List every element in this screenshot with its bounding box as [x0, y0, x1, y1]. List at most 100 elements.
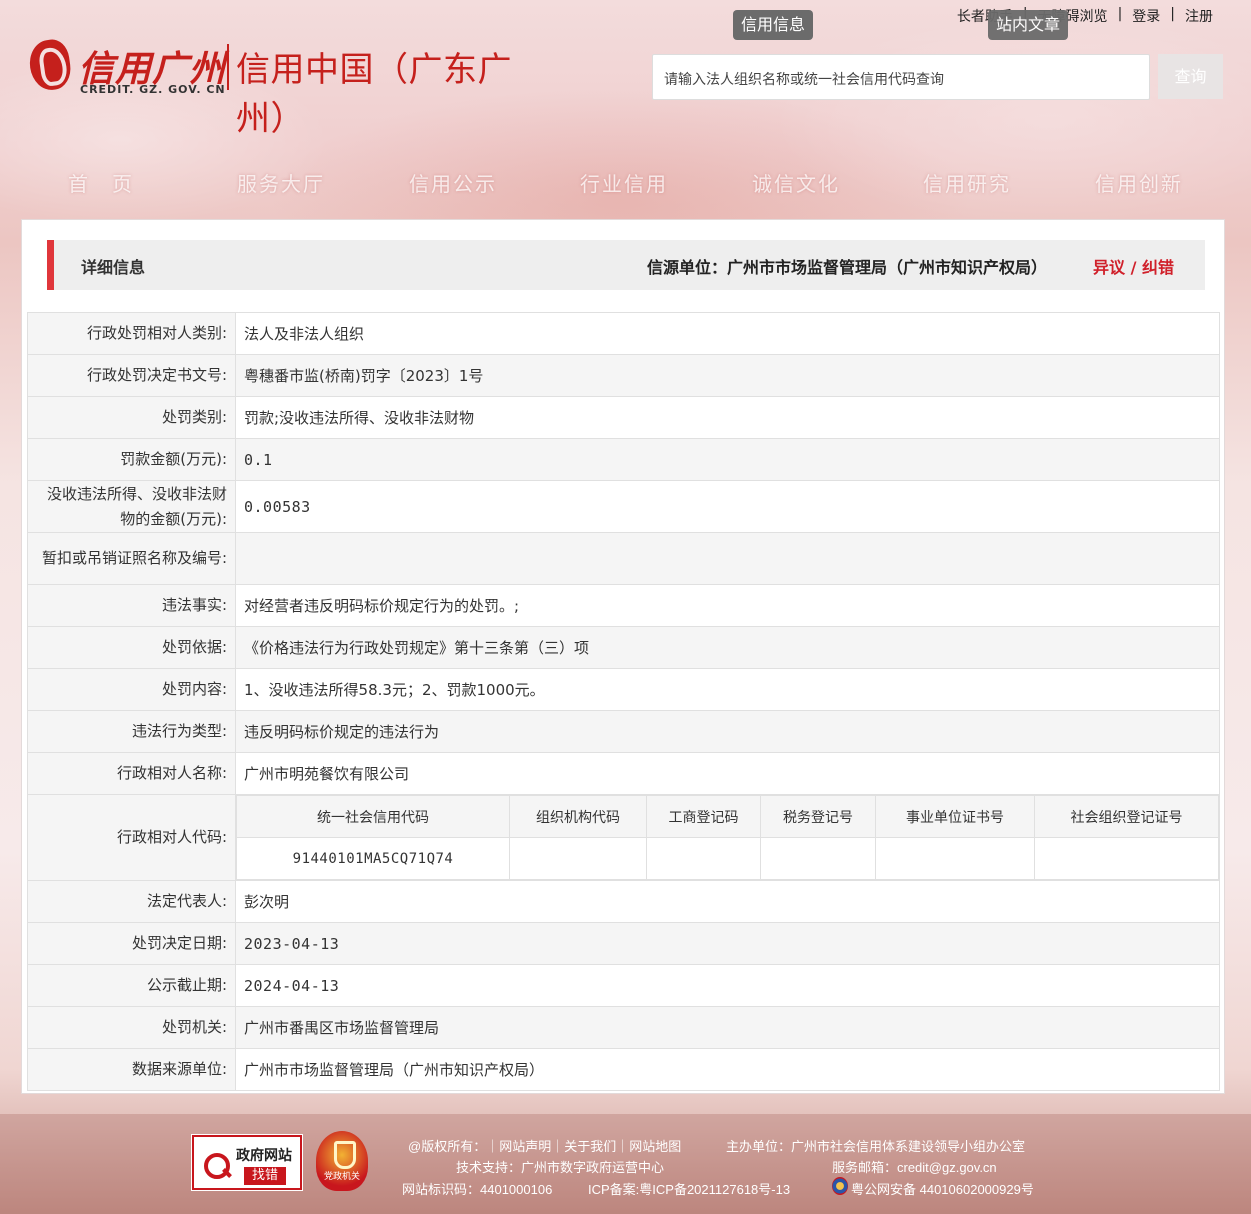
nav-home[interactable]: 首 页: [68, 168, 134, 197]
row-value: 1、没收违法所得58.3元；2、罚款1000元。: [235, 668, 1220, 711]
row-value: 2023-04-13: [235, 922, 1220, 965]
row-value: 粤穗番市监(桥南)罚字〔2023〕1号: [235, 354, 1220, 397]
row-label: 公示截止期:: [27, 964, 236, 1007]
row-label: 违法事实:: [27, 584, 236, 627]
row-label: 违法行为类型:: [27, 710, 236, 753]
row-value: 彭次明: [235, 880, 1220, 923]
row-value: 0.1: [235, 438, 1220, 481]
code-value: 91440101MA5CQ71Q74: [236, 837, 510, 880]
nav-service-hall[interactable]: 服务大厅: [237, 168, 325, 197]
code-value: [875, 837, 1035, 880]
detail-table: 行政处罚相对人类别: 法人及非法人组织 行政处罚决定书文号: 粤穗番市监(桥南)…: [27, 312, 1220, 1091]
table-row: 违法行为类型: 违反明码标价规定的违法行为: [27, 710, 1220, 753]
nav-industry-credit[interactable]: 行业信用: [580, 168, 668, 197]
nav-credit-research[interactable]: 信用研究: [923, 168, 1011, 197]
row-value: 广州市明苑餐饮有限公司: [235, 752, 1220, 795]
panel-title: 详细信息: [81, 258, 146, 277]
code-value: [509, 837, 647, 880]
row-label: 法定代表人:: [27, 880, 236, 923]
row-label: 处罚决定日期:: [27, 922, 236, 965]
nav-credit-innovation[interactable]: 信用创新: [1095, 168, 1183, 197]
footer-email[interactable]: 服务邮箱：credit@gz.gov.cn: [832, 1157, 997, 1176]
police-badge-icon: [832, 1177, 848, 1195]
logo-domain: CREDIT. GZ. GOV. CN: [80, 83, 226, 96]
footer-police-record[interactable]: 粤公网安备 44010602000929号: [851, 1179, 1034, 1198]
logo-divider: [227, 44, 229, 90]
table-row: 处罚决定日期: 2023-04-13: [27, 922, 1220, 965]
table-row: 处罚内容: 1、没收违法所得58.3元；2、罚款1000元。: [27, 668, 1220, 711]
row-value: [235, 532, 1220, 585]
row-label: 处罚内容:: [27, 668, 236, 711]
footer-site-id: 网站标识码：4401000106: [402, 1182, 553, 1197]
row-value: 统一社会信用代码 组织机构代码 工商登记码 税务登记号 事业单位证书号 社会组织…: [235, 794, 1220, 881]
table-row: 行政处罚决定书文号: 粤穗番市监(桥南)罚字〔2023〕1号: [27, 354, 1220, 397]
login-link[interactable]: 登录: [1122, 6, 1170, 26]
row-label: 罚款金额(万元):: [27, 438, 236, 481]
row-label: 暂扣或吊销证照名称及编号:: [27, 532, 236, 585]
footer-tech-support: 技术支持：广州市数字政府运营中心: [456, 1160, 665, 1175]
row-label: 行政处罚相对人类别:: [27, 312, 236, 355]
row-label: 处罚类别:: [27, 396, 236, 439]
gov-site-error-badge[interactable]: 政府网站 找错: [192, 1135, 302, 1190]
row-value: 《价格违法行为行政处罚规定》第十三条第（三）项: [235, 626, 1220, 669]
table-row: 行政相对人代码: 统一社会信用代码 组织机构代码 工商登记码 税务登记号 事业单…: [27, 794, 1220, 881]
search-button[interactable]: 查询: [1158, 54, 1223, 99]
objection-link[interactable]: 异议 / 纠错: [1093, 254, 1174, 278]
table-row: 处罚类别: 罚款;没收违法所得、没收非法财物: [27, 396, 1220, 439]
footer-links[interactable]: @版权所有：｜网站声明｜关于我们｜网站地图: [408, 1136, 681, 1155]
row-value: 违反明码标价规定的违法行为: [235, 710, 1220, 753]
row-value: 罚款;没收违法所得、没收非法财物: [235, 396, 1220, 439]
site-logo[interactable]: 信用广州 CREDIT. GZ. GOV. CN 信用中国（广东广州）: [26, 36, 530, 139]
row-label: 行政处罚决定书文号:: [27, 354, 236, 397]
code-header: 工商登记码: [646, 795, 761, 838]
code-header: 事业单位证书号: [875, 795, 1035, 838]
row-label: 行政相对人名称:: [27, 752, 236, 795]
source-unit: 信源单位：广州市市场监督管理局（广州市知识产权局）: [646, 258, 1047, 277]
row-value: 法人及非法人组织: [235, 312, 1220, 355]
row-value: 0.00583: [235, 480, 1220, 533]
code-header: 税务登记号: [760, 795, 876, 838]
footer-icp[interactable]: ICP备案:粤ICP备2021127618号-13: [588, 1179, 790, 1198]
table-row: 法定代表人: 彭次明: [27, 880, 1220, 923]
footer-sponsor: 主办单位：广州市社会信用体系建设领导小组办公室: [726, 1139, 1026, 1154]
main-nav: 首 页 服务大厅 信用公示 行业信用 诚信文化 信用研究 信用创新: [0, 168, 1251, 202]
table-row: 处罚依据: 《价格违法行为行政处罚规定》第十三条第（三）项: [27, 626, 1220, 669]
code-header: 社会组织登记证号: [1034, 795, 1219, 838]
detail-panel: 详细信息 信源单位：广州市市场监督管理局（广州市知识产权局） 异议 / 纠错 行…: [21, 219, 1225, 1094]
logo-subtitle: 信用中国（广东广州）: [236, 50, 512, 139]
table-row: 数据来源单位: 广州市市场监督管理局（广州市知识产权局）: [27, 1048, 1220, 1091]
row-value: 对经营者违反明码标价规定行为的处罚。;: [235, 584, 1220, 627]
row-value: 广州市市场监督管理局（广州市知识产权局）: [235, 1048, 1220, 1091]
party-gov-badge[interactable]: 党政机关: [316, 1131, 368, 1191]
magnifier-icon: [202, 1145, 230, 1181]
gov-badge-title: 政府网站: [236, 1148, 292, 1164]
row-label: 没收违法所得、没收非法财物的金额(万元):: [27, 480, 236, 533]
row-label: 处罚依据:: [27, 626, 236, 669]
tab-site-articles[interactable]: 站内文章: [988, 10, 1069, 40]
register-link[interactable]: 注册: [1175, 6, 1223, 26]
nav-credit-publicity[interactable]: 信用公示: [409, 168, 497, 197]
party-badge-label: 党政机关: [323, 1172, 360, 1182]
gov-badge-action: 找错: [244, 1167, 287, 1185]
code-table: 统一社会信用代码 组织机构代码 工商登记码 税务登记号 事业单位证书号 社会组织…: [236, 795, 1219, 880]
table-row: 公示截止期: 2024-04-13: [27, 964, 1220, 1007]
table-row: 暂扣或吊销证照名称及编号:: [27, 532, 1220, 585]
table-row: 处罚机关: 广州市番禺区市场监督管理局: [27, 1006, 1220, 1049]
row-label: 数据来源单位:: [27, 1048, 236, 1091]
table-row: 行政处罚相对人类别: 法人及非法人组织: [27, 312, 1220, 355]
row-value: 广州市番禺区市场监督管理局: [235, 1006, 1220, 1049]
row-label: 处罚机关:: [27, 1006, 236, 1049]
panel-header: 详细信息 信源单位：广州市市场监督管理局（广州市知识产权局） 异议 / 纠错: [47, 240, 1205, 290]
table-row: 违法事实: 对经营者违反明码标价规定行为的处罚。;: [27, 584, 1220, 627]
row-label: 行政相对人代码:: [27, 794, 236, 881]
code-value: [760, 837, 876, 880]
code-value: [646, 837, 761, 880]
nav-integrity-culture[interactable]: 诚信文化: [752, 168, 840, 197]
table-row: 没收违法所得、没收非法财物的金额(万元): 0.00583: [27, 480, 1220, 533]
tab-credit-info[interactable]: 信用信息: [733, 10, 814, 40]
search-input[interactable]: 请输入法人组织名称或统一社会信用代码查询: [652, 54, 1150, 100]
table-row: 行政相对人名称: 广州市明苑餐饮有限公司: [27, 752, 1220, 795]
logo-emblem-icon: [26, 37, 74, 93]
table-row: 罚款金额(万元): 0.1: [27, 438, 1220, 481]
code-header: 统一社会信用代码: [236, 795, 510, 838]
